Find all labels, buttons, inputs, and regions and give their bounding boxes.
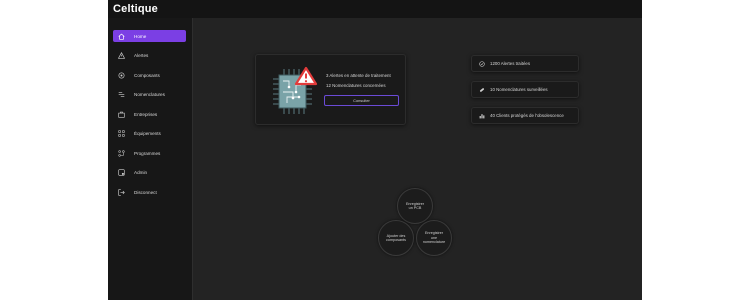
chip-warning-icon [273, 66, 318, 114]
stat-card-alerts-processed: 1200 Alertes traitées [471, 55, 579, 72]
sidebar-item-disconnect[interactable]: Disconnect [113, 186, 186, 198]
logout-icon [117, 188, 126, 197]
bar-chart-icon [478, 112, 485, 119]
sidebar-item-home[interactable]: Home [113, 30, 186, 42]
sidebar-item-label: Alertes [134, 53, 149, 58]
sidebar-item-label: Programmes [134, 150, 161, 156]
sidebar-item-programmes[interactable]: Programmes [113, 147, 186, 159]
sidebar-item-composants[interactable]: Composants [113, 69, 186, 81]
admin-icon [117, 168, 126, 177]
action-label: Ajouter des composants [386, 233, 406, 242]
consult-button[interactable]: Consulter [324, 95, 399, 106]
check-circle-icon [478, 60, 485, 67]
sidebar-item-entreprises[interactable]: Entreprises [113, 108, 186, 120]
stat-card-nomenclatures-monitored: 10 Nomenclatures surveillées [471, 81, 579, 98]
briefcase-icon [117, 110, 126, 119]
sidebar-item-label: Admin [134, 170, 148, 175]
action-label: Enregistrer un PCB [405, 201, 425, 210]
sidebar-item-label: Entreprises [134, 111, 158, 117]
component-icon [117, 71, 126, 80]
sidebar-item-alertes[interactable]: Alertes [113, 50, 186, 62]
add-components-button[interactable]: Ajouter des composants [378, 220, 414, 256]
stat-label: 1200 Alertes traitées [490, 61, 531, 66]
list-icon [117, 90, 126, 99]
program-icon [117, 149, 126, 158]
affected-nomenclatures-count: 12 Nomenclatures concernées [326, 83, 386, 88]
main-content: 3 Alertes en attente de traitement 12 No… [192, 18, 642, 300]
action-label: Enregistrer une nomenclature [422, 231, 446, 245]
sidebar-item-nomenclatures[interactable]: Nomenclatures [113, 89, 186, 101]
app-window: Celtique Home Alertes Composants Nomencl… [108, 0, 642, 300]
sidebar: Home Alertes Composants Nomenclatures En… [108, 18, 192, 300]
nodes-icon [117, 129, 126, 138]
stat-card-clients-protected: 40 Clients protégés de l'obsolescence [471, 107, 579, 124]
app-title: Celtique [113, 3, 158, 15]
stat-label: 40 Clients protégés de l'obsolescence [490, 113, 564, 118]
pending-alerts-card: 3 Alertes en attente de traitement 12 No… [255, 54, 406, 125]
sidebar-item-label: Nomenclatures [134, 92, 165, 97]
pill-icon [478, 86, 485, 93]
sidebar-item-label: Équipements [134, 131, 161, 136]
sidebar-item-label: Composants [134, 72, 160, 78]
register-nomenclature-button[interactable]: Enregistrer une nomenclature [416, 220, 452, 256]
register-pcb-button[interactable]: Enregistrer un PCB [397, 188, 433, 224]
top-bar: Celtique [108, 0, 642, 18]
sidebar-item-admin[interactable]: Admin [113, 167, 186, 179]
home-icon [117, 32, 126, 41]
pending-alerts-count: 3 Alertes en attente de traitement [326, 73, 391, 78]
sidebar-item-label: Disconnect [134, 189, 157, 195]
sidebar-item-equipements[interactable]: Équipements [113, 128, 186, 140]
sidebar-item-label: Home [134, 33, 147, 39]
warning-icon [117, 51, 126, 60]
stat-label: 10 Nomenclatures surveillées [490, 87, 548, 92]
